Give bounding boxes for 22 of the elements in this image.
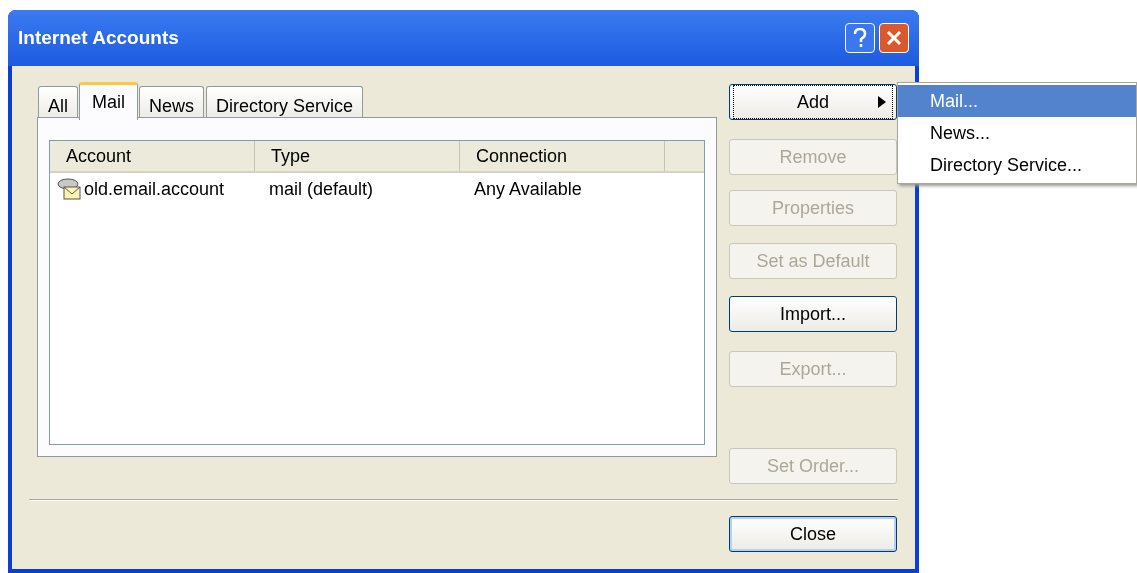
tab[interactable]: Mail: [79, 82, 139, 120]
column-header[interactable]: Connection: [460, 141, 665, 171]
close-button[interactable]: Close: [729, 516, 897, 552]
tab[interactable]: News: [139, 86, 205, 119]
table-cell-text: mail (default): [268, 177, 375, 201]
column-header[interactable]: Type: [255, 141, 460, 171]
menu-item[interactable]: Directory Service...: [898, 149, 1136, 181]
menu-item[interactable]: Mail...: [898, 85, 1136, 117]
dialog-button[interactable]: Import...: [729, 296, 897, 332]
account-name: old.email.account: [84, 177, 225, 201]
help-button[interactable]: [845, 23, 875, 53]
tab[interactable]: All: [38, 86, 78, 119]
dialog-button[interactable]: Add: [729, 84, 897, 120]
mail-account-icon: [56, 177, 82, 201]
menu-item[interactable]: News...: [898, 117, 1136, 149]
question-mark-icon: [853, 28, 867, 48]
table-cell-text: Any Available: [473, 177, 583, 201]
window-title: Internet Accounts: [18, 25, 179, 50]
close-window-button[interactable]: [879, 23, 909, 53]
tab[interactable]: Directory Service: [206, 86, 364, 119]
column-header[interactable]: Account: [50, 141, 255, 171]
close-icon: [886, 30, 902, 46]
